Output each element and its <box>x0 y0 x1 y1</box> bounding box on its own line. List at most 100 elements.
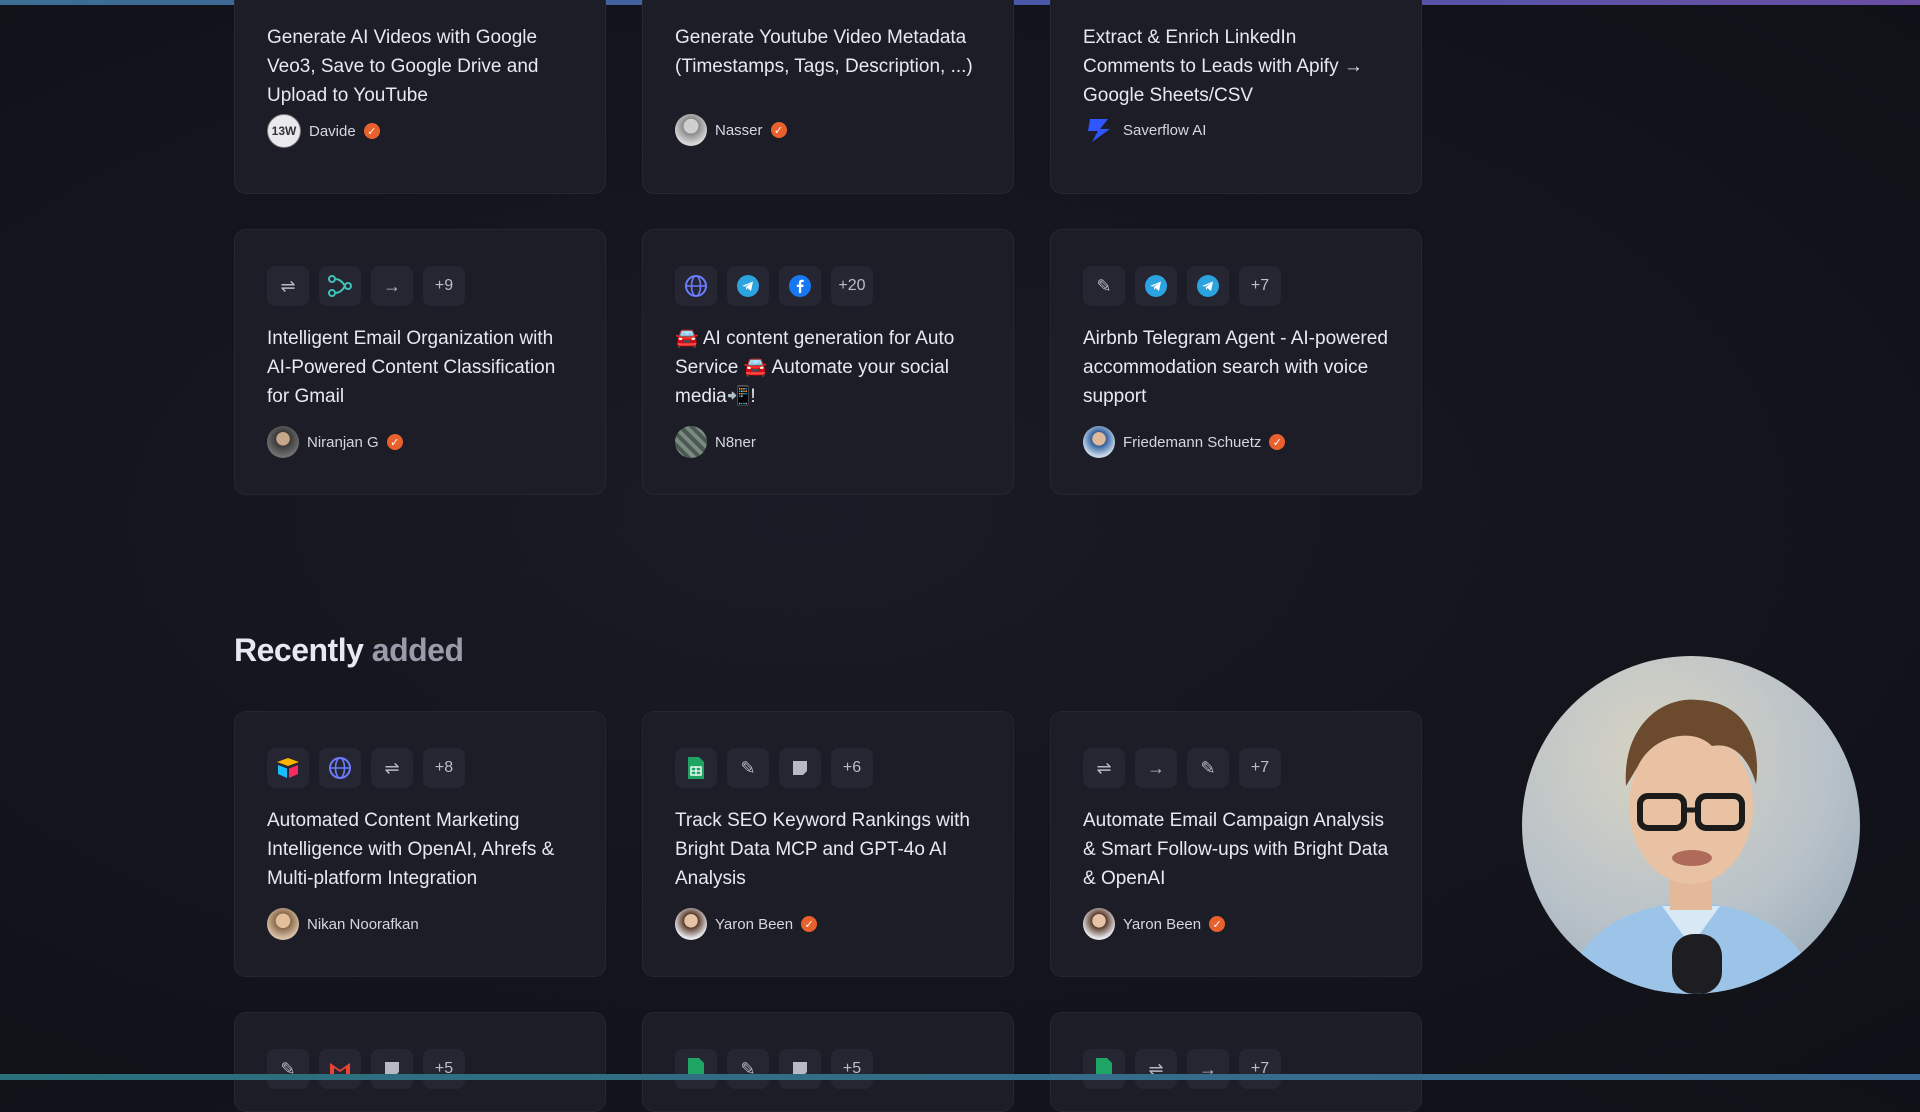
gmail-icon <box>319 1049 361 1089</box>
author-name: Niranjan G <box>307 433 379 451</box>
branch-icon <box>319 266 361 306</box>
card-author: 13W Davide ✓ <box>267 114 380 148</box>
author-name: Nasser <box>715 121 763 139</box>
more-integrations-count: +20 <box>831 266 873 306</box>
pencil-icon: ✎ <box>1187 748 1229 788</box>
card-title: Generate AI Videos with Google Veo3, Sav… <box>267 27 539 106</box>
card-author: Saverflow AI <box>1083 114 1206 146</box>
node-icons: ⇌ → ✎ +7 <box>1083 748 1281 788</box>
workflow-card[interactable]: ✎ +5 <box>234 1012 606 1112</box>
card-title: Intelligent Email Organization with AI-P… <box>267 328 556 407</box>
avatar <box>675 908 707 940</box>
telegram-icon <box>727 266 769 306</box>
workflow-card[interactable]: Generate AI Videos with Google Veo3, Sav… <box>234 0 606 194</box>
workflow-card[interactable]: Generate Youtube Video Metadata (Timesta… <box>642 0 1014 194</box>
telegram-icon <box>1187 266 1229 306</box>
card-title: Automate Email Campaign Analysis & Smart… <box>1083 810 1389 889</box>
pencil-icon: ✎ <box>727 1049 769 1089</box>
card-author: Yaron Been ✓ <box>675 908 818 940</box>
verified-icon: ✓ <box>770 122 787 138</box>
avatar <box>1083 908 1115 940</box>
node-icons: +20 <box>675 266 873 306</box>
workflow-card[interactable]: ⇌ → ✎ +7 Automate Email Campaign Analysi… <box>1050 711 1422 977</box>
verified-icon: ✓ <box>386 434 403 450</box>
author-name: Yaron Been <box>1123 915 1202 933</box>
verified-icon: ✓ <box>801 916 818 932</box>
more-integrations-count: +5 <box>831 1049 873 1089</box>
card-author: Niranjan G ✓ <box>267 426 403 458</box>
sticky-note-icon <box>779 1049 821 1089</box>
facebook-icon <box>779 266 821 306</box>
workflow-card[interactable]: ✎ +5 <box>642 1012 1014 1112</box>
saverflow-logo-icon <box>1083 114 1115 146</box>
more-integrations-count: +8 <box>423 748 465 788</box>
card-title: Track SEO Keyword Rankings with Bright D… <box>675 810 970 889</box>
globe-icon <box>675 266 717 306</box>
node-icons: ✎ +6 <box>675 748 873 788</box>
author-name: Yaron Been <box>715 915 794 933</box>
presenter-illustration <box>1562 699 1820 994</box>
filter-icon: ⇌ <box>1135 1049 1177 1089</box>
node-icons: ✎ +5 <box>675 1049 873 1089</box>
card-title: Extract & Enrich LinkedIn Comments to Le… <box>1083 27 1363 106</box>
telegram-icon <box>1135 266 1177 306</box>
more-integrations-count: +6 <box>831 748 873 788</box>
workflow-card[interactable]: ⇌ → +9 Intelligent Email Organization wi… <box>234 229 606 495</box>
more-integrations-count: +7 <box>1239 266 1281 306</box>
card-title: Airbnb Telegram Agent - AI-powered accom… <box>1083 328 1388 407</box>
webcam-overlay <box>1522 656 1860 994</box>
pencil-icon: ✎ <box>727 748 769 788</box>
card-title: Automated Content Marketing Intelligence… <box>267 810 555 889</box>
google-sheets-icon <box>675 748 717 788</box>
arrow-right-icon: → <box>1187 1049 1229 1089</box>
workflow-card[interactable]: ✎ +7 Airbnb Telegram Agent - AI-powered … <box>1050 229 1422 495</box>
section-title-recently-added: Recently added <box>234 632 464 668</box>
card-author: Friedemann Schuetz ✓ <box>1083 426 1286 458</box>
card-title: Generate Youtube Video Metadata (Timesta… <box>675 27 973 77</box>
card-title: 🚘 AI content generation for Auto Service… <box>675 328 955 407</box>
node-icons: ⇌ +8 <box>267 748 465 788</box>
verified-icon: ✓ <box>1209 916 1226 932</box>
card-author: Yaron Been ✓ <box>1083 908 1226 940</box>
workflow-card[interactable]: ⇌ +8 Automated Content Marketing Intelli… <box>234 711 606 977</box>
card-author: Nikan Noorafkan <box>267 908 419 940</box>
node-icons: ⇌ → +7 <box>1083 1049 1281 1089</box>
more-integrations-count: +7 <box>1239 748 1281 788</box>
workflow-card[interactable]: ⇌ → +7 <box>1050 1012 1422 1112</box>
node-icons: ✎ +7 <box>1083 266 1281 306</box>
verified-icon: ✓ <box>363 123 380 139</box>
avatar <box>267 908 299 940</box>
arrow-right-icon: → <box>1135 748 1177 788</box>
filter-icon: ⇌ <box>371 748 413 788</box>
airtable-icon <box>267 748 309 788</box>
avatar <box>675 114 707 146</box>
arrow-right-icon: → <box>371 266 413 306</box>
avatar: 13W <box>267 114 301 148</box>
workflow-card[interactable]: +20 🚘 AI content generation for Auto Ser… <box>642 229 1014 495</box>
author-name: Davide <box>309 122 356 140</box>
avatar <box>1083 426 1115 458</box>
node-icons: ✎ +5 <box>267 1049 465 1089</box>
author-name: N8ner <box>715 433 756 451</box>
author-name: Nikan Noorafkan <box>307 915 419 933</box>
more-integrations-count: +9 <box>423 266 465 306</box>
node-icons: ⇌ → +9 <box>267 266 465 306</box>
sticky-note-icon <box>779 748 821 788</box>
avatar <box>267 426 299 458</box>
google-sheets-icon <box>675 1049 717 1089</box>
filter-icon: ⇌ <box>1083 748 1125 788</box>
more-integrations-count: +5 <box>423 1049 465 1089</box>
card-author: Nasser ✓ <box>675 114 787 146</box>
google-sheets-icon <box>1083 1049 1125 1089</box>
verified-icon: ✓ <box>1269 434 1286 450</box>
globe-icon <box>319 748 361 788</box>
workflow-card[interactable]: ✎ +6 Track SEO Keyword Rankings with Bri… <box>642 711 1014 977</box>
avatar <box>675 426 707 458</box>
bottom-accent-bar <box>0 1074 1920 1080</box>
more-integrations-count: +7 <box>1239 1049 1281 1089</box>
sticky-note-icon <box>371 1049 413 1089</box>
workflow-card[interactable]: Extract & Enrich LinkedIn Comments to Le… <box>1050 0 1422 194</box>
author-name: Friedemann Schuetz <box>1123 433 1262 451</box>
card-author: N8ner <box>675 426 756 458</box>
filter-icon: ⇌ <box>267 266 309 306</box>
